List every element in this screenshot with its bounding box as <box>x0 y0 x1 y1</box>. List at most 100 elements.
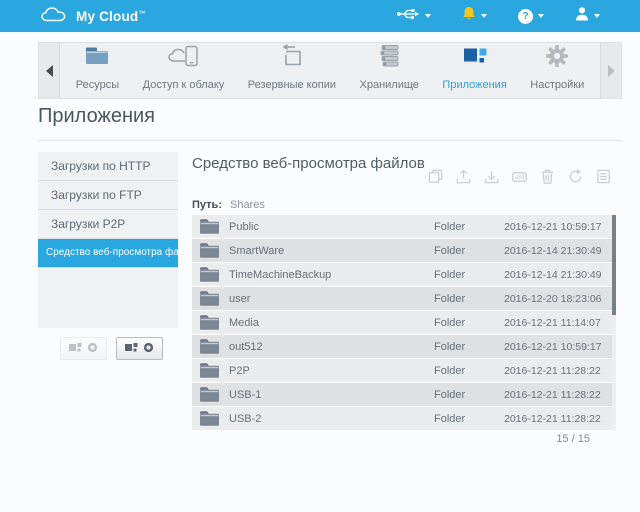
cloud-access-icon <box>166 43 200 74</box>
table-row[interactable]: out512 Folder 2016-12-21 10:59:17 <box>192 335 612 358</box>
usb-menu[interactable] <box>396 7 431 26</box>
folder-icon <box>200 219 219 234</box>
divider <box>38 140 622 141</box>
file-type: Folder <box>434 341 504 353</box>
nav-item-storage[interactable]: Хранилище <box>360 43 419 91</box>
nav-item-cloud-access[interactable]: Доступ к облаку <box>143 43 225 91</box>
download-icon[interactable] <box>482 167 500 185</box>
file-type: Folder <box>434 413 504 425</box>
shares-folder-icon <box>82 43 112 74</box>
top-header: My Cloud™ <box>0 0 640 32</box>
file-type: Folder <box>434 293 504 305</box>
file-name: USB-2 <box>229 413 434 425</box>
folder-icon <box>200 339 219 354</box>
scrollbar-thumb[interactable] <box>612 215 616 315</box>
main-nav: Ресурсы Доступ к облаку Рез <box>38 42 622 99</box>
usb-icon <box>396 7 420 26</box>
refresh-icon[interactable] <box>566 167 584 185</box>
file-type: Folder <box>434 269 504 281</box>
user-icon <box>575 6 589 26</box>
table-row[interactable]: Media Folder 2016-12-21 11:14:07 <box>192 311 612 334</box>
file-date: 2016-12-21 11:28:22 <box>504 389 612 401</box>
nav-item-settings[interactable]: Настройки <box>530 43 584 91</box>
brand: My Cloud™ <box>40 5 146 28</box>
nav-label: Хранилище <box>360 79 419 91</box>
chevron-down-icon <box>425 14 431 18</box>
help-menu[interactable]: ? <box>518 9 544 24</box>
path-value[interactable]: Shares <box>230 199 265 211</box>
arrow-left-icon <box>46 65 53 77</box>
chevron-down-icon <box>594 14 600 18</box>
sidebar-item-p2p-downloads[interactable]: Загрузки P2P <box>38 210 178 239</box>
nav-label: Приложения <box>442 79 506 91</box>
delete-icon[interactable] <box>538 167 556 185</box>
nav-item-backups[interactable]: Резервные копии <box>248 43 336 91</box>
folder-icon <box>200 267 219 282</box>
file-name: P2P <box>229 365 434 377</box>
help-icon: ? <box>518 9 533 24</box>
remove-app-button[interactable] <box>60 337 107 360</box>
table-row[interactable]: USB-1 Folder 2016-12-21 11:28:22 <box>192 383 612 406</box>
table-row[interactable]: SmartWare Folder 2016-12-14 21:30:49 <box>192 239 612 262</box>
nav-label: Настройки <box>530 79 584 91</box>
folder-icon <box>200 291 219 306</box>
file-date: 2016-12-21 11:28:22 <box>504 365 612 377</box>
details-icon[interactable] <box>594 167 612 185</box>
nav-scroll-left-button[interactable] <box>39 43 60 98</box>
sidebar-item-http-downloads[interactable]: Загрузки по HTTP <box>38 152 178 181</box>
gear-icon <box>143 340 154 358</box>
folder-icon <box>200 363 219 378</box>
nav-item-shares[interactable]: Ресурсы <box>76 43 119 91</box>
file-type: Folder <box>434 221 504 233</box>
path-breadcrumb: Путь: Shares <box>192 199 265 211</box>
path-label: Путь: <box>192 199 222 211</box>
sidebar-item-web-file-viewer[interactable]: Средство веб-просмотра файлов <box>38 239 178 268</box>
file-name: TimeMachineBackup <box>229 269 434 281</box>
file-name: out512 <box>229 341 434 353</box>
file-date: 2016-12-21 10:59:17 <box>504 221 612 233</box>
nav-item-apps[interactable]: Приложения <box>442 43 506 91</box>
add-app-button[interactable] <box>116 337 163 360</box>
file-type: Folder <box>434 245 504 257</box>
page-title: Приложения <box>38 105 155 128</box>
file-date: 2016-12-14 21:30:49 <box>504 269 612 281</box>
file-date: 2016-12-21 11:28:22 <box>504 413 612 425</box>
table-row[interactable]: USB-2 Folder 2016-12-21 11:28:22 <box>192 407 612 430</box>
folder-icon <box>200 315 219 330</box>
copy-icon[interactable] <box>426 167 444 185</box>
nav-label: Резервные копии <box>248 79 336 91</box>
file-type: Folder <box>434 389 504 401</box>
apps-icon <box>461 43 489 74</box>
folder-icon <box>200 411 219 426</box>
nav-label: Ресурсы <box>76 79 119 91</box>
rename-icon[interactable]: ab <box>510 167 528 185</box>
trademark: ™ <box>138 10 145 17</box>
folder-icon <box>200 243 219 258</box>
pagination-count: 15 / 15 <box>556 433 590 445</box>
settings-gear-icon <box>544 43 570 74</box>
sidebar-item-ftp-downloads[interactable]: Загрузки по FTP <box>38 181 178 210</box>
file-type: Folder <box>434 365 504 377</box>
app-squares-icon <box>69 340 82 358</box>
table-row[interactable]: user Folder 2016-12-20 18:23:06 <box>192 287 612 310</box>
file-name: user <box>229 293 434 305</box>
brand-name: My Cloud™ <box>76 9 146 24</box>
file-table: Public Folder 2016-12-21 10:59:17 SmartW… <box>192 215 612 431</box>
nav-scroll-right-button[interactable] <box>600 43 621 98</box>
table-row[interactable]: Public Folder 2016-12-21 10:59:17 <box>192 215 612 238</box>
user-menu[interactable] <box>575 6 600 26</box>
app-panel-title: Средство веб-просмотра файлов <box>192 155 425 172</box>
gear-icon <box>87 340 98 358</box>
table-row[interactable]: TimeMachineBackup Folder 2016-12-14 21:3… <box>192 263 612 286</box>
alerts-bell-icon <box>462 6 476 26</box>
app-manage-buttons <box>38 337 178 360</box>
table-scrollbar[interactable] <box>612 215 616 431</box>
alerts-menu[interactable] <box>462 6 487 26</box>
table-row[interactable]: P2P Folder 2016-12-21 11:28:22 <box>192 359 612 382</box>
chevron-down-icon <box>481 14 487 18</box>
app-squares-icon <box>125 340 138 358</box>
file-date: 2016-12-20 18:23:06 <box>504 293 612 305</box>
file-name: Public <box>229 221 434 233</box>
upload-icon[interactable] <box>454 167 472 185</box>
file-date: 2016-12-21 10:59:17 <box>504 341 612 353</box>
